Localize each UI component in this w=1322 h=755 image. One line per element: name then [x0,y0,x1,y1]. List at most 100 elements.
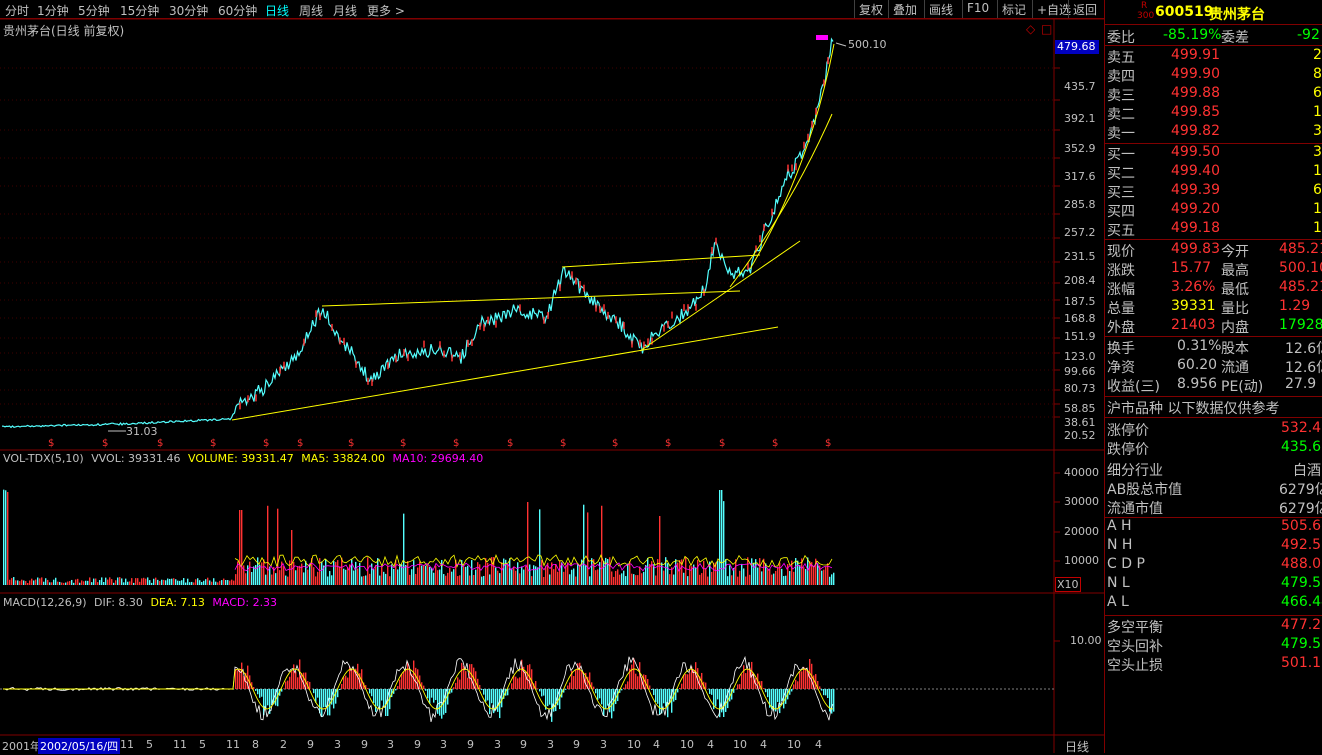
macd-bar [291,671,292,689]
volume-bar [75,579,76,585]
draw-line-button[interactable]: 画线 [924,0,957,18]
macd-bar [285,682,286,689]
ask-volume: 6 [1313,85,1322,101]
bid-price: 499.18 [1171,220,1220,236]
volume-bar [571,570,572,585]
kline-chart-canvas[interactable]: $$$$$$$$$$$$$$$$ [0,19,1104,753]
limit-value: 435.65 [1281,439,1322,455]
stat-value: 499.83 [1171,241,1220,257]
period-indicator[interactable]: 日线 [1065,738,1089,755]
volume-bar [497,571,498,585]
mark-button[interactable]: 标记 [997,0,1030,18]
volume-bar [759,558,760,585]
macd-bar [595,689,596,693]
volume-bar [115,580,116,585]
price-tick: 317.6 [1064,170,1096,183]
volume-indicator-name[interactable]: VOL-TDX(5,10) [3,452,84,465]
volume-bar [119,577,120,585]
volume-bar [435,566,436,585]
macd-bar [767,689,768,697]
period-tab-30min[interactable]: 30分钟 [169,2,208,19]
macd-bar [519,677,520,689]
volume-bar [409,575,410,585]
volume-bar [429,567,430,585]
volume-bar [315,576,316,585]
volume-bar [697,560,698,585]
macd-bar [705,683,706,689]
volume-bar [389,576,390,585]
macd-bar [479,685,480,689]
chart-window-icon[interactable]: □ [1041,22,1052,36]
volume-bar [523,570,524,585]
volume-bar [679,560,680,585]
pivot-divider [1105,615,1322,616]
volume-bar [139,582,140,585]
volume-bar [209,580,210,585]
fin-value-2: 12.6亿 [1285,338,1322,358]
dea-value: DEA: 7.13 [150,596,204,609]
period-tab-1min[interactable]: 1分钟 [37,2,69,19]
stock-header: R 300 600519 贵州茅台 [1105,2,1322,24]
volume-bar [777,567,778,585]
bid-label: 买一 [1107,144,1135,164]
chart-area[interactable]: $$$$$$$$$$$$$$$$ 贵州茅台(日线 前复权) ◇ □ 479.68… [0,19,1104,753]
macd-bar [495,689,496,710]
stat-value: 15.77 [1171,260,1211,276]
volume-bar [189,582,190,585]
period-tab-weekly[interactable]: 周线 [299,2,323,19]
macd-bar [593,687,594,689]
restore-rights-button[interactable]: 复权 [854,0,887,18]
time-tick: 3 [494,738,501,751]
volume-bar [63,583,64,585]
volume-bar [135,578,136,585]
header-divider [1105,24,1322,25]
volume-bar [483,576,484,585]
period-tab-monthly[interactable]: 月线 [333,2,357,19]
balance-label: 空头回补 [1107,636,1163,656]
period-tab-15min[interactable]: 15分钟 [120,2,159,19]
volume-bar [617,569,618,585]
overlay-button[interactable]: 叠加 [888,0,921,18]
chart-diamond-icon[interactable]: ◇ [1026,22,1035,36]
volume-bar [99,580,100,585]
macd-bar [579,663,580,689]
volume-bar [167,579,168,585]
volume-bar [69,581,70,585]
dividend-marker: $ [48,438,54,449]
macd-bar [745,673,746,689]
volume-bar [101,577,102,585]
period-tab-more[interactable]: 更多 > [367,2,405,19]
f10-button[interactable]: F10 [962,0,993,18]
period-tab-60min[interactable]: 60分钟 [218,2,257,19]
volume-bar [421,566,422,585]
macd-bar [625,684,626,689]
cursor-date-label: 2002/05/16/四 [38,738,120,754]
time-tick: 9 [361,738,368,751]
balance-row: 空头回补479.51 [1105,636,1322,655]
back-button[interactable]: 返回 [1068,0,1101,18]
volume-bar [393,569,394,585]
stat-label-2: 量比 [1221,298,1249,318]
ask-row: 卖三499.886 [1105,85,1322,104]
macd-bar [565,689,566,690]
cap-label: AB股总市值 [1107,479,1182,499]
macd-bar [353,670,354,689]
macd-indicator-name[interactable]: MACD(12,26,9) [3,596,87,609]
fin-value: 8.956 [1177,376,1217,392]
period-tab-fenshi[interactable]: 分时 [5,2,29,19]
period-tab-daily[interactable]: 日线 [265,2,289,19]
macd-bar [321,689,322,717]
point-row: N H492.58 [1105,537,1322,556]
fin-label-2: 流通 [1221,357,1249,377]
volume-bar [591,558,592,585]
price-tick: 187.5 [1064,295,1096,308]
macd-bar [289,677,290,689]
period-tab-5min[interactable]: 5分钟 [78,2,110,19]
reference-title-row: 沪市品种 以下数据仅供参考 [1105,398,1322,417]
macd-bar [715,689,716,706]
weicha-label: 委差 [1221,27,1249,47]
macd-bar [825,689,826,695]
volume-bar [415,574,416,585]
volume-bar [307,570,308,585]
macd-bar [341,684,342,689]
